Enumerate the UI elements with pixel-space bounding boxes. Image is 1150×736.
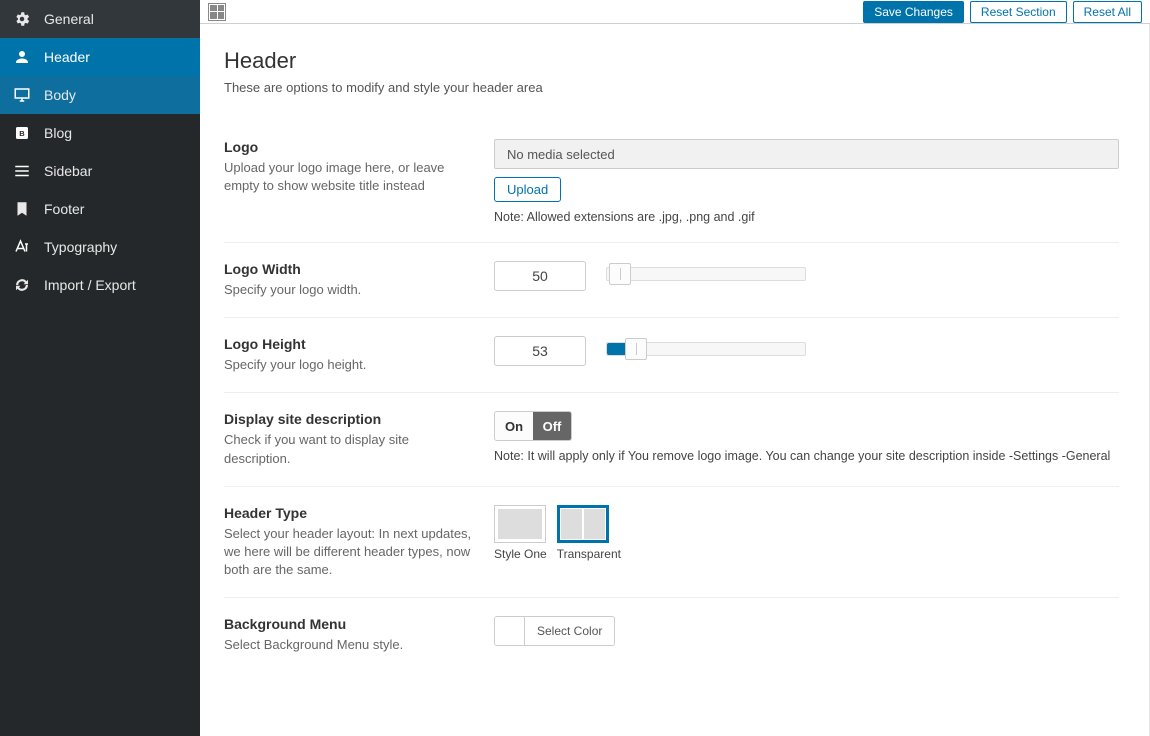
nav-label: Footer [44,201,84,217]
nav-label: Blog [44,125,72,141]
media-selector[interactable]: No media selected [494,139,1119,169]
main: Save Changes Reset Section Reset All Hea… [200,0,1150,736]
field-logo: Logo Upload your logo image here, or lea… [224,121,1119,243]
note: Note: It will apply only if You remove l… [494,449,1119,463]
svg-text:B: B [19,129,25,138]
field-desc: Specify your logo width. [224,281,474,299]
note: Note: Allowed extensions are .jpg, .png … [494,210,1119,224]
nav-label: Typography [44,239,117,255]
field-logo-width: Logo Width Specify your logo width. [224,243,1119,318]
field-desc: Select Background Menu style. [224,636,474,654]
nav-label: Sidebar [44,163,92,179]
header-type-style-one[interactable]: Style One [494,505,547,561]
nav-body[interactable]: Body [0,76,200,114]
logo-width-slider[interactable] [606,267,806,281]
nav-typography[interactable]: Typography [0,228,200,266]
person-icon [12,47,32,67]
page-title: Header [224,48,1119,74]
field-desc: Check if you want to display site descri… [224,431,474,467]
reset-section-button[interactable]: Reset Section [970,1,1067,23]
logo-height-input[interactable] [494,336,586,366]
nav-sidebar[interactable]: Sidebar [0,152,200,190]
field-desc: Upload your logo image here, or leave em… [224,159,474,195]
sync-icon [12,275,32,295]
nav-import-export[interactable]: Import / Export [0,266,200,304]
blog-icon: B [12,123,32,143]
site-description-toggle[interactable]: On Off [494,411,572,441]
field-desc: Specify your logo height. [224,356,474,374]
topbar: Save Changes Reset Section Reset All [200,0,1150,24]
toggle-on[interactable]: On [495,412,533,440]
field-title: Logo [224,139,474,155]
gear-icon [12,9,32,29]
nav-label: General [44,11,94,27]
nav-general[interactable]: General [0,0,200,38]
toggle-off[interactable]: Off [533,412,571,440]
nav-label: Import / Export [44,277,136,293]
save-changes-button[interactable]: Save Changes [863,1,964,23]
nav-label: Header [44,49,90,65]
logo-width-input[interactable] [494,261,586,291]
reset-all-button[interactable]: Reset All [1073,1,1142,23]
upload-button[interactable]: Upload [494,177,561,202]
grid-icon[interactable] [208,3,226,21]
nav-label: Body [44,87,76,103]
layout-label: Transparent [557,547,621,561]
field-title: Logo Height [224,336,474,352]
logo-height-slider[interactable] [606,342,806,356]
typography-icon [12,237,32,257]
nav-footer[interactable]: Footer [0,190,200,228]
sidebar: General Header Body B Blog Sidebar Foote… [0,0,200,736]
field-background-menu: Background Menu Select Background Menu s… [224,598,1119,672]
field-desc: Select your header layout: In next updat… [224,525,474,580]
field-title: Header Type [224,505,474,521]
page-description: These are options to modify and style yo… [224,80,1119,95]
color-label: Select Color [525,624,614,638]
menu-icon [12,161,32,181]
nav-blog[interactable]: B Blog [0,114,200,152]
select-color-button[interactable]: Select Color [494,616,615,646]
layout-label: Style One [494,547,547,561]
nav-header[interactable]: Header [0,38,200,76]
field-logo-height: Logo Height Specify your logo height. [224,318,1119,393]
field-header-type: Header Type Select your header layout: I… [224,487,1119,599]
monitor-icon [12,85,32,105]
field-title: Display site description [224,411,474,427]
field-title: Logo Width [224,261,474,277]
field-site-description: Display site description Check if you wa… [224,393,1119,486]
header-type-transparent[interactable]: Transparent [557,505,621,561]
content: Header These are options to modify and s… [200,24,1150,736]
bookmark-icon [12,199,32,219]
color-swatch [495,617,525,645]
field-title: Background Menu [224,616,474,632]
